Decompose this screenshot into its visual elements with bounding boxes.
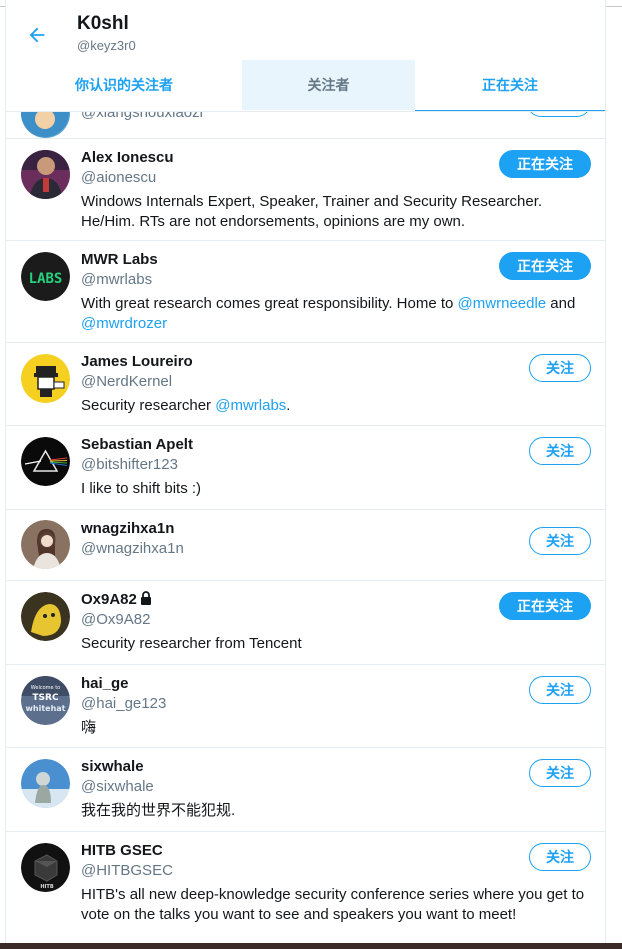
avatar[interactable] xyxy=(21,520,70,569)
user-handle: @hai_ge123 xyxy=(81,695,167,712)
tab-bar: 你认识的关注者 关注者 正在关注 xyxy=(6,60,605,112)
user-handle: @bitshifter123 xyxy=(81,456,178,473)
user-handle: @mwrlabs xyxy=(81,271,153,288)
list-item[interactable]: Ox9A82 @Ox9A82 正在关注 Security researcher … xyxy=(6,581,605,665)
back-arrow-icon[interactable] xyxy=(26,24,48,46)
user-handle: @wnagzihxa1n xyxy=(81,540,184,557)
list-item[interactable]: LABS MWR Labs @mwrlabs 正在关注 With great r… xyxy=(6,241,605,343)
follow-button[interactable]: 关注 xyxy=(529,354,591,382)
user-name[interactable]: Alex Ionescu xyxy=(81,149,174,166)
avatar-text: TSRC xyxy=(32,693,59,703)
list-item[interactable]: Sebastian Apelt @bitshifter123 关注 I like… xyxy=(6,426,605,510)
follow-button[interactable]: 关注 xyxy=(529,759,591,787)
mention-link[interactable]: @mwrneedle xyxy=(458,295,547,312)
follow-button[interactable]: 关注 xyxy=(529,676,591,704)
list-item[interactable]: wnagzihxa1n @wnagzihxa1n 关注 xyxy=(6,510,605,581)
follow-button[interactable]: 关注 xyxy=(529,437,591,465)
user-bio: With great research comes great responsi… xyxy=(81,295,576,332)
avatar[interactable] xyxy=(21,354,70,403)
mention-link[interactable]: @mwrlabs xyxy=(215,397,286,414)
desktop-background-strip xyxy=(0,943,622,949)
list-item[interactable]: sixwhale @sixwhale 关注 我在我的世界不能犯规. xyxy=(6,748,605,832)
user-name[interactable]: HITB GSEC xyxy=(81,842,163,859)
avatar[interactable] xyxy=(21,592,70,641)
user-handle: @HITBGSEC xyxy=(81,862,173,879)
profile-header: K0shl @keyz3r0 xyxy=(6,7,605,60)
user-name[interactable]: wnagzihxa1n xyxy=(81,520,174,537)
user-bio: Security researcher @mwrlabs. xyxy=(81,397,291,414)
user-name[interactable]: Ox9A82 xyxy=(81,591,152,608)
avatar-text: HITB xyxy=(40,884,53,890)
user-handle: @aionescu xyxy=(81,169,157,186)
user-bio: I like to shift bits :) xyxy=(81,480,202,497)
list-item[interactable]: Welcome to TSRC whitehat hai_ge @hai_ge1… xyxy=(6,665,605,748)
lock-icon xyxy=(140,591,151,605)
mention-link[interactable]: @mwrdrozer xyxy=(81,315,167,332)
avatar-text: whitehat xyxy=(26,704,66,713)
tab-divider xyxy=(6,111,605,112)
following-button[interactable]: 正在关注 xyxy=(499,150,591,178)
user-name[interactable]: James Loureiro xyxy=(81,353,193,370)
user-name[interactable]: hai_ge xyxy=(81,675,129,692)
avatar[interactable] xyxy=(21,150,70,199)
tab-following[interactable]: 正在关注 xyxy=(415,60,605,112)
list-item-partial[interactable]: @xiangshouxiaozi xyxy=(6,89,605,139)
following-list-column: K0shl @keyz3r0 你认识的关注者 关注者 正在关注 @xiangsh… xyxy=(5,0,606,943)
tab-followers[interactable]: 关注者 xyxy=(242,60,415,110)
user-bio: Windows Internals Expert, Speaker, Train… xyxy=(81,193,543,230)
avatar[interactable] xyxy=(21,759,70,808)
user-handle: @sixwhale xyxy=(81,778,154,795)
avatar-text: LABS xyxy=(29,271,63,287)
follow-button[interactable]: 关注 xyxy=(529,843,591,871)
following-button[interactable]: 正在关注 xyxy=(499,252,591,280)
avatar[interactable]: LABS xyxy=(21,252,70,301)
list-item[interactable]: James Loureiro @NerdKernel 关注 Security r… xyxy=(6,343,605,426)
user-bio: 我在我的世界不能犯规. xyxy=(81,802,236,819)
user-bio: HITB's all new deep-knowledge security c… xyxy=(81,886,585,923)
avatar-text: Welcome to xyxy=(31,685,60,691)
user-bio: 嗨 xyxy=(81,719,97,736)
user-name[interactable]: MWR Labs xyxy=(81,251,158,268)
list-item[interactable]: Alex Ionescu @aionescu 正在关注 Windows Inte… xyxy=(6,139,605,241)
tab-followers-you-know[interactable]: 你认识的关注者 xyxy=(6,60,242,110)
following-button[interactable]: 正在关注 xyxy=(499,592,591,620)
user-handle: @NerdKernel xyxy=(81,373,173,390)
avatar[interactable]: HITB xyxy=(21,843,70,892)
list-item[interactable]: HITB HITB GSEC @HITBGSEC 关注 HITB's all n… xyxy=(6,832,605,943)
user-handle: @Ox9A82 xyxy=(81,611,151,628)
user-bio: Security researcher from Tencent xyxy=(81,635,302,652)
user-list: @xiangshouxiaozi Alex Ionescu @aionescu … xyxy=(6,89,605,943)
profile-handle: @keyz3r0 xyxy=(77,38,136,53)
user-name[interactable]: sixwhale xyxy=(81,758,144,775)
user-name[interactable]: Sebastian Apelt xyxy=(81,436,193,453)
follow-button[interactable]: 关注 xyxy=(529,527,591,555)
avatar[interactable] xyxy=(21,437,70,486)
profile-name: K0shl xyxy=(77,13,129,34)
avatar[interactable]: Welcome to TSRC whitehat xyxy=(21,676,70,725)
